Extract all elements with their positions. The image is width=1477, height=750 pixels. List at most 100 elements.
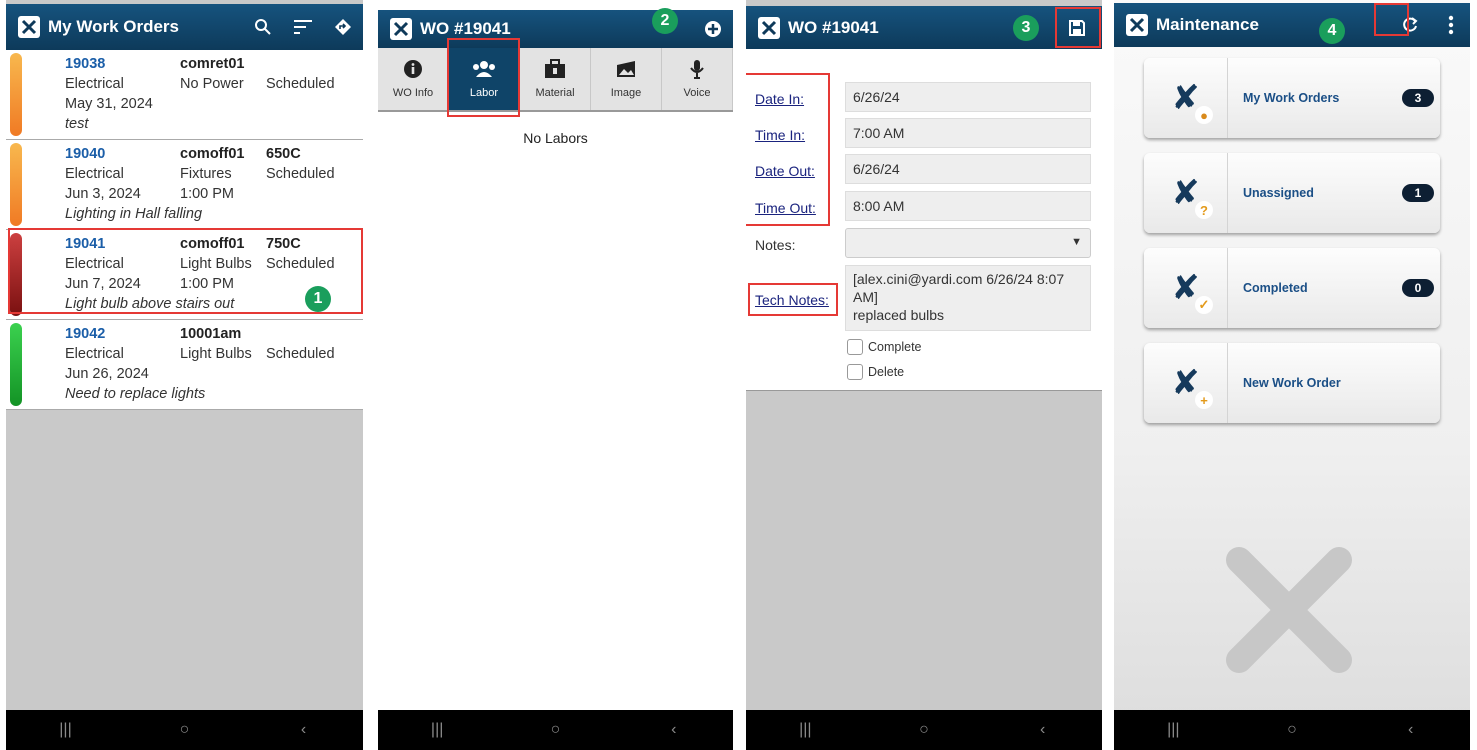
step-badge: 2 xyxy=(652,8,678,34)
list-item[interactable]: 19040 Electrical Jun 3, 2024 Lighting in… xyxy=(6,140,363,230)
recents-icon[interactable]: ||| xyxy=(36,721,96,739)
wo-issue: Light Bulbs xyxy=(180,346,252,362)
priority-bar xyxy=(10,323,22,406)
search-icon[interactable] xyxy=(243,18,283,36)
wo-date: Jun 26, 2024 xyxy=(65,366,149,382)
highlight-box xyxy=(447,38,520,117)
wo-time: 1:00 PM xyxy=(180,186,234,202)
image-icon xyxy=(615,59,637,81)
wo-date: May 31, 2024 xyxy=(65,96,153,112)
tab-strip: WO Info Labor Material Image Voice xyxy=(378,48,733,112)
priority-bar xyxy=(10,143,22,226)
dropdown-arrow-icon: ▼ xyxy=(1071,236,1082,248)
tab-wo-info[interactable]: WO Info xyxy=(378,48,449,110)
step-badge: 4 xyxy=(1319,18,1345,44)
back-icon[interactable]: ‹ xyxy=(644,721,704,739)
count-badge: 0 xyxy=(1402,279,1434,297)
highlight-box xyxy=(748,283,838,316)
wo-id[interactable]: 19038 xyxy=(65,54,153,74)
app-bar: Maintenance xyxy=(1114,3,1470,47)
tab-material[interactable]: Material xyxy=(520,48,591,110)
tile-completed[interactable]: ✘ ✓ Completed 0 xyxy=(1144,248,1440,328)
time-out-field[interactable]: 8:00 AM xyxy=(845,191,1091,221)
screen-my-work-orders: My Work Orders 19038 Electrical May 31, … xyxy=(6,0,363,750)
wo-note: Need to replace lights xyxy=(65,386,206,402)
complete-checkbox[interactable]: Complete xyxy=(847,339,922,355)
tile-new-work-order[interactable]: ✘ + New Work Order xyxy=(1144,343,1440,423)
app-bar: WO #19041 xyxy=(746,6,1102,49)
tile-label: Completed xyxy=(1243,281,1308,295)
android-nav-bar: ||| ○ ‹ xyxy=(746,710,1102,750)
date-out-field[interactable]: 6/26/24 xyxy=(845,154,1091,184)
highlight-box xyxy=(746,73,830,226)
checkbox-box[interactable] xyxy=(847,339,863,355)
tile-label: Unassigned xyxy=(1243,186,1314,200)
back-icon[interactable]: ‹ xyxy=(1013,721,1073,739)
delete-label: Delete xyxy=(868,365,905,379)
list-item[interactable]: 19042 Electrical Jun 26, 2024 Need to re… xyxy=(6,320,363,410)
highlight-box xyxy=(1374,3,1409,36)
tile-my-work-orders[interactable]: ✘ ● My Work Orders 3 xyxy=(1144,58,1440,138)
recents-icon[interactable]: ||| xyxy=(1143,721,1203,739)
info-icon xyxy=(403,59,423,81)
more-menu-icon[interactable] xyxy=(1440,15,1462,35)
step-badge: 3 xyxy=(1013,15,1039,41)
tab-image[interactable]: Image xyxy=(591,48,662,110)
back-icon[interactable]: ‹ xyxy=(1381,721,1441,739)
checkbox-box[interactable] xyxy=(847,364,863,380)
tab-voice[interactable]: Voice xyxy=(662,48,733,110)
delete-checkbox[interactable]: Delete xyxy=(847,364,904,380)
labor-form: Date In: 6/26/24 Time In: 7:00 AM Date O… xyxy=(746,49,1102,391)
wo-code: 650C xyxy=(266,146,301,162)
home-icon[interactable]: ○ xyxy=(525,721,585,739)
tools-person-icon: ✘ ● xyxy=(1144,58,1228,138)
screen-maintenance-home: Maintenance 4 ✘ ● My Work Orders 3 ✘? Una… xyxy=(1114,0,1470,750)
time-in-field[interactable]: 7:00 AM xyxy=(845,118,1091,148)
page-title: My Work Orders xyxy=(48,17,180,36)
wo-user: comoff01 xyxy=(180,146,245,162)
tools-logo-icon xyxy=(390,18,412,40)
notes-label: Notes: xyxy=(755,237,796,253)
toolbox-icon xyxy=(544,59,566,81)
microphone-icon xyxy=(689,59,705,81)
home-icon[interactable]: ○ xyxy=(155,721,215,739)
date-in-field[interactable]: 6/26/24 xyxy=(845,82,1091,112)
wo-note: Lighting in Hall falling xyxy=(65,206,203,222)
priority-bar xyxy=(10,53,22,136)
home-icon[interactable]: ○ xyxy=(1262,721,1322,739)
add-icon[interactable] xyxy=(693,20,733,38)
android-nav-bar: ||| ○ ‹ xyxy=(6,710,363,750)
list-item[interactable]: 19038 Electrical May 31, 2024 test comre… xyxy=(6,50,363,140)
sort-icon[interactable] xyxy=(283,19,323,35)
count-badge: 1 xyxy=(1402,184,1434,202)
navigate-icon[interactable] xyxy=(323,18,363,36)
tile-label: My Work Orders xyxy=(1243,91,1340,105)
step-badge: 1 xyxy=(305,286,331,312)
page-title: Maintenance xyxy=(1156,15,1259,34)
wo-user: comret01 xyxy=(180,56,245,72)
tab-label: Image xyxy=(610,87,642,99)
notes-select[interactable]: ▼ xyxy=(845,228,1091,258)
back-icon[interactable]: ‹ xyxy=(274,721,334,739)
tools-check-icon: ✘ ✓ xyxy=(1144,248,1228,328)
recents-icon[interactable]: ||| xyxy=(775,721,835,739)
tile-unassigned[interactable]: ✘? Unassigned 1 xyxy=(1144,153,1440,233)
wo-status: Scheduled xyxy=(266,166,335,182)
tools-plus-icon: ✘ + xyxy=(1144,343,1228,423)
count-badge: 3 xyxy=(1402,89,1434,107)
recents-icon[interactable]: ||| xyxy=(407,721,467,739)
tech-notes-line: [alex.cini@yardi.com 6/26/24 8:07 xyxy=(853,271,1065,287)
tile-label: New Work Order xyxy=(1243,376,1341,390)
tab-label: Material xyxy=(535,87,575,99)
home-icon[interactable]: ○ xyxy=(894,721,954,739)
wo-note: test xyxy=(65,116,89,132)
tech-notes-field[interactable]: [alex.cini@yardi.com 6/26/24 8:07 AM] re… xyxy=(845,265,1091,331)
android-nav-bar: ||| ○ ‹ xyxy=(1114,710,1470,750)
tools-logo-icon xyxy=(18,16,40,38)
screen-wo-labor: WO #19041 2 WO Info Labor Material Image… xyxy=(378,0,733,750)
wo-issue: No Power xyxy=(180,76,244,92)
app-bar: My Work Orders xyxy=(6,4,363,50)
wo-issue: Fixtures xyxy=(180,166,232,182)
screen-wo-labor-form: WO #19041 3 Date In: 6/26/24 Time In: 7:… xyxy=(746,0,1102,750)
wo-status: Scheduled xyxy=(266,76,335,92)
